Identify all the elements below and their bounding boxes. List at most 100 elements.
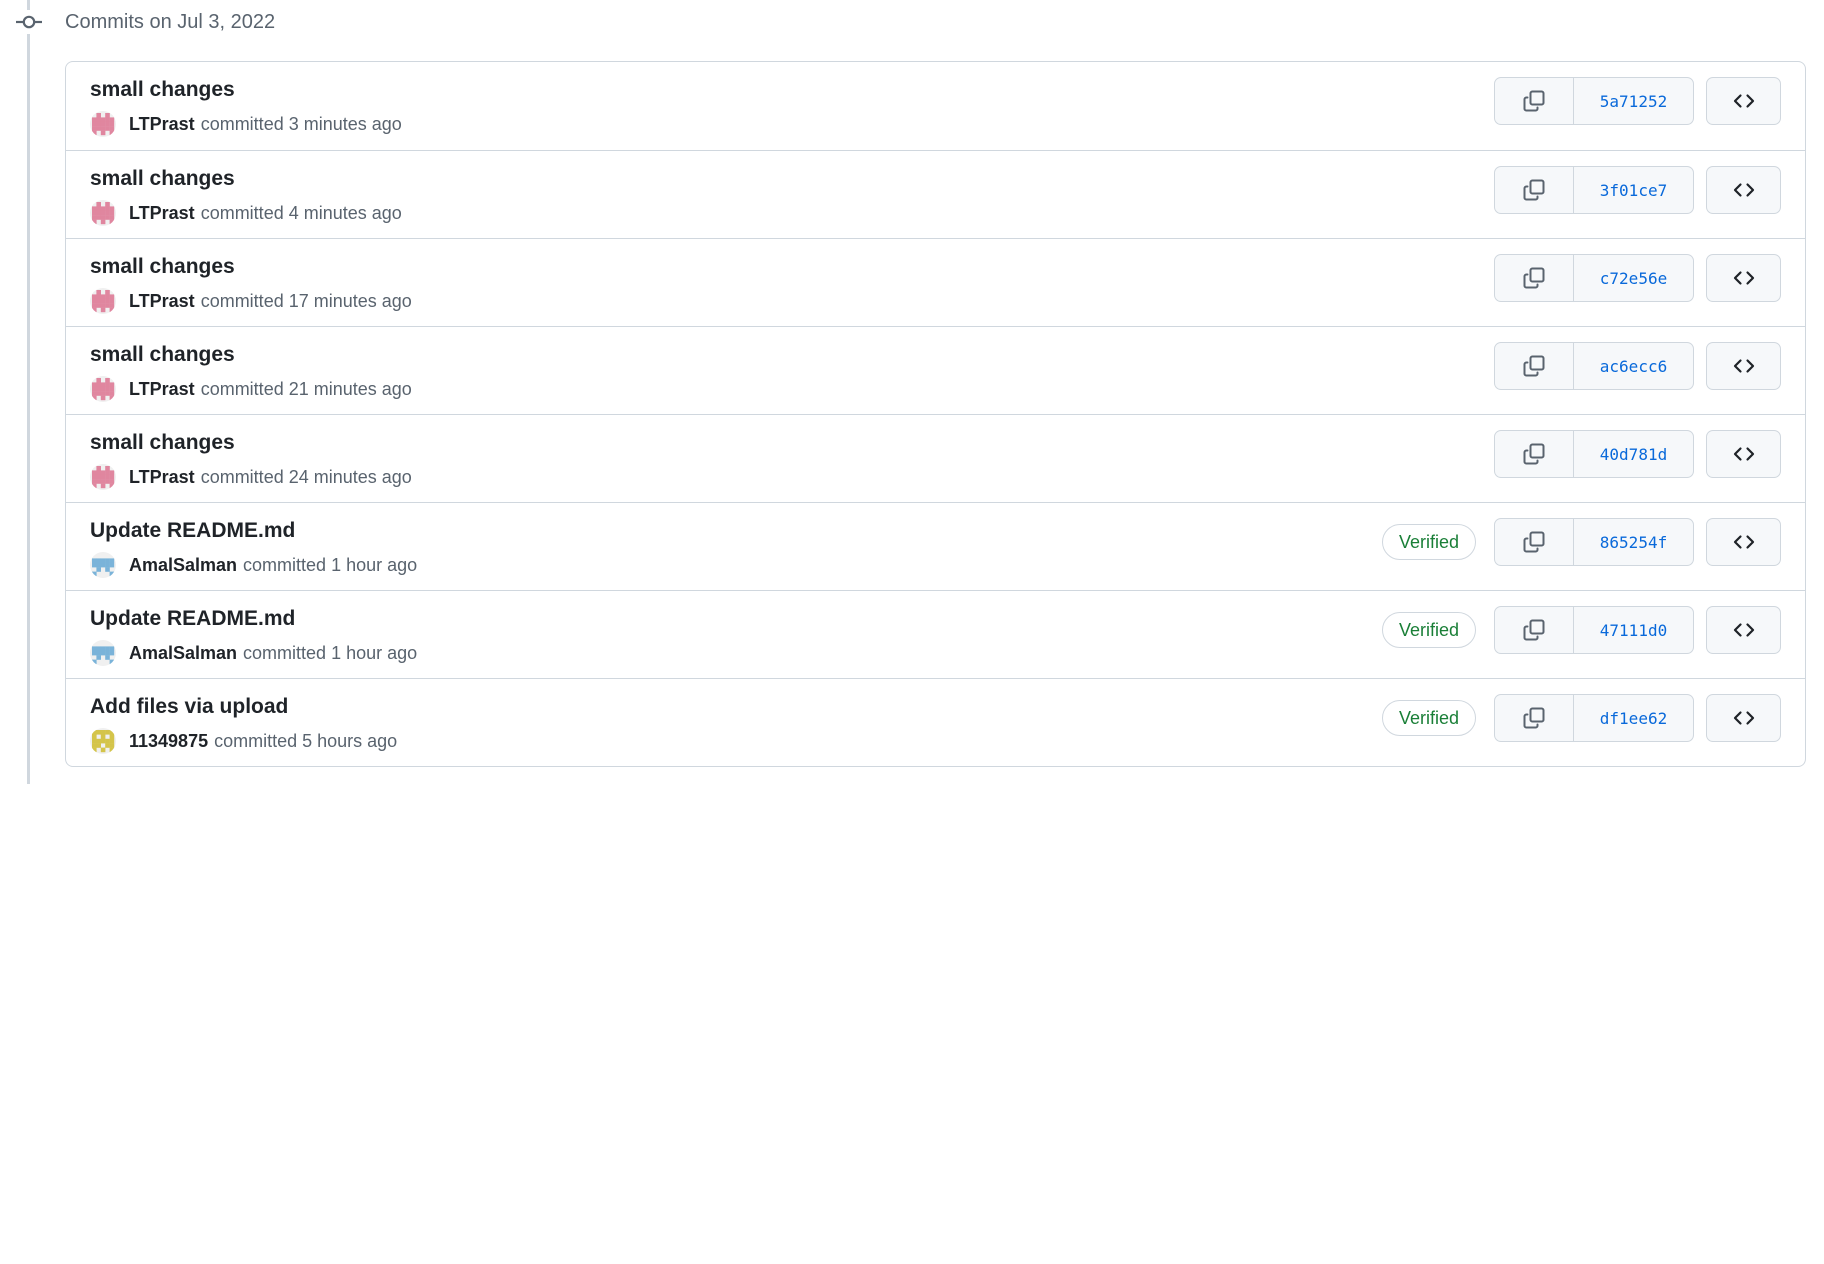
browse-repository-button[interactable] — [1706, 606, 1781, 654]
author-link[interactable]: LTPrast — [129, 114, 195, 135]
commit-sha-link[interactable]: c72e56e — [1574, 255, 1693, 301]
relative-time: 3 minutes ago — [288, 113, 402, 134]
commit-sha-link[interactable]: 47111d0 — [1574, 607, 1693, 653]
commit-row-5: small changes LTPrast committed 24 minut… — [66, 414, 1805, 502]
sha-button-group: df1ee62 — [1494, 694, 1694, 742]
author-link[interactable]: 11349875 — [129, 731, 208, 752]
commit-actions: 40d781d — [1442, 430, 1781, 478]
avatar[interactable] — [90, 728, 116, 754]
timeline-line — [27, 0, 30, 784]
copy-sha-button[interactable] — [1495, 343, 1574, 389]
commit-sha-link[interactable]: 3f01ce7 — [1574, 167, 1693, 213]
commit-message-link[interactable]: small changes — [90, 165, 235, 193]
commit-group-title: Commits on Jul 3, 2022 — [65, 11, 276, 33]
commit-sha-link[interactable]: 865254f — [1574, 519, 1693, 565]
commit-verb: committed — [200, 113, 284, 134]
avatar[interactable] — [90, 200, 116, 226]
sha-button-group: 865254f — [1494, 518, 1694, 566]
copy-icon — [1523, 619, 1545, 641]
relative-time: 21 minutes ago — [288, 378, 412, 399]
git-commit-icon — [15, 10, 43, 34]
commit-row-7: Update README.md AmalSalman committed 1 … — [66, 590, 1805, 678]
commit-verb: committed — [200, 290, 284, 311]
commit-meta: LTPrast committed 17 minutes ago — [90, 288, 412, 314]
avatar[interactable] — [90, 111, 116, 137]
verified-badge[interactable]: Verified — [1381, 612, 1476, 648]
code-icon — [1733, 535, 1754, 549]
commit-sha-link[interactable]: ac6ecc6 — [1574, 343, 1693, 389]
verified-badge[interactable]: Verified — [1381, 700, 1476, 736]
browse-repository-button[interactable] — [1706, 430, 1781, 478]
copy-icon — [1523, 531, 1545, 553]
commit-row-8: Add files via upload 11349875 committed … — [66, 678, 1805, 766]
commit-actions: ac6ecc6 — [1442, 342, 1781, 390]
sha-button-group: 5a71252 — [1494, 77, 1694, 125]
commit-message-link[interactable]: Update README.md — [90, 517, 295, 545]
avatar[interactable] — [90, 464, 116, 490]
author-link[interactable]: LTPrast — [129, 291, 195, 312]
commit-sha-link[interactable]: 40d781d — [1574, 431, 1693, 477]
commit-meta: LTPrast committed 4 minutes ago — [90, 200, 402, 226]
commit-timeline: Commits on Jul 3, 2022 small changes LTP… — [0, 0, 1824, 1264]
copy-sha-button[interactable] — [1495, 695, 1574, 741]
sha-button-group: 40d781d — [1494, 430, 1694, 478]
avatar[interactable] — [90, 376, 116, 402]
copy-sha-button[interactable] — [1495, 167, 1574, 213]
code-icon — [1733, 183, 1754, 197]
author-link[interactable]: LTPrast — [129, 379, 195, 400]
commit-actions: 5a71252 — [1442, 77, 1781, 125]
browse-repository-button[interactable] — [1706, 166, 1781, 214]
author-link[interactable]: LTPrast — [129, 203, 195, 224]
commit-actions: Verified df1ee62 — [1381, 694, 1781, 742]
commit-verb: committed — [200, 466, 284, 487]
copy-sha-button[interactable] — [1495, 78, 1574, 124]
verified-badge[interactable]: Verified — [1381, 524, 1476, 560]
copy-sha-button[interactable] — [1495, 431, 1574, 477]
commit-meta: LTPrast committed 24 minutes ago — [90, 464, 412, 490]
author-link[interactable]: AmalSalman — [129, 643, 237, 664]
avatar[interactable] — [90, 640, 116, 666]
code-icon — [1733, 711, 1754, 725]
copy-sha-button[interactable] — [1495, 519, 1574, 565]
copy-sha-button[interactable] — [1495, 607, 1574, 653]
browse-repository-button[interactable] — [1706, 694, 1781, 742]
commit-row-1: small changes LTPrast committed 3 minute… — [66, 62, 1805, 150]
code-icon — [1733, 271, 1754, 285]
copy-sha-button[interactable] — [1495, 255, 1574, 301]
code-icon — [1733, 94, 1754, 108]
copy-icon — [1523, 90, 1545, 112]
commit-message-link[interactable]: Update README.md — [90, 605, 295, 633]
commit-message-link[interactable]: small changes — [90, 253, 235, 281]
copy-icon — [1523, 355, 1545, 377]
copy-icon — [1523, 443, 1545, 465]
commit-message-link[interactable]: small changes — [90, 76, 235, 104]
relative-time: 5 hours ago — [302, 730, 398, 751]
avatar[interactable] — [90, 288, 116, 314]
browse-repository-button[interactable] — [1706, 254, 1781, 302]
commit-row-3: small changes LTPrast committed 17 minut… — [66, 238, 1805, 326]
commit-row-4: small changes LTPrast committed 21 minut… — [66, 326, 1805, 414]
avatar[interactable] — [90, 552, 116, 578]
commit-message-link[interactable]: small changes — [90, 429, 235, 457]
author-link[interactable]: AmalSalman — [129, 555, 237, 576]
commit-sha-link[interactable]: 5a71252 — [1574, 78, 1693, 124]
sha-button-group: 3f01ce7 — [1494, 166, 1694, 214]
commit-verb: committed — [214, 730, 298, 751]
commit-verb: committed — [200, 202, 284, 223]
code-icon — [1733, 359, 1754, 373]
commit-actions: Verified 47111d0 — [1381, 606, 1781, 654]
browse-repository-button[interactable] — [1706, 342, 1781, 390]
browse-repository-button[interactable] — [1706, 77, 1781, 125]
relative-time: 24 minutes ago — [288, 466, 412, 487]
sha-button-group: ac6ecc6 — [1494, 342, 1694, 390]
author-link[interactable]: LTPrast — [129, 467, 195, 488]
commit-actions: c72e56e — [1442, 254, 1781, 302]
commit-message-link[interactable]: small changes — [90, 341, 235, 369]
commit-sha-link[interactable]: df1ee62 — [1574, 695, 1693, 741]
commit-verb: committed — [243, 642, 327, 663]
commit-verb: committed — [243, 554, 327, 575]
browse-repository-button[interactable] — [1706, 518, 1781, 566]
commit-row-6: Update README.md AmalSalman committed 1 … — [66, 502, 1805, 590]
commit-message-link[interactable]: Add files via upload — [90, 693, 288, 721]
relative-time: 17 minutes ago — [288, 290, 412, 311]
